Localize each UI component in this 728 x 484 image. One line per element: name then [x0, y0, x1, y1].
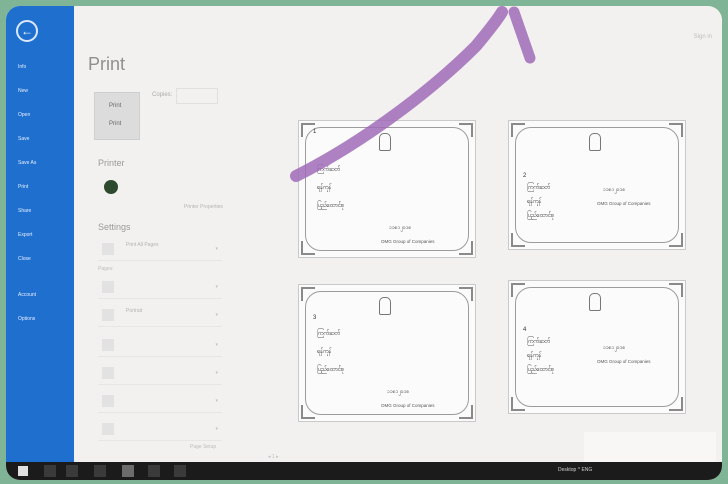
card-number: 4 [523, 327, 527, 333]
file-explorer-icon[interactable] [66, 465, 78, 477]
preview-card: 4 ကြက်ဆတ် ရန်ကုန် ပြည်ထောင်စု ၁၁၈၁၂၀၁၈ O… [508, 280, 686, 414]
app-icon[interactable] [94, 465, 106, 477]
card-organization: OMG Group of Companies [381, 239, 435, 244]
setting-print-range[interactable]: Print All Pages ▾ [98, 240, 222, 261]
card-line-3: ပြည်ထောင်စု [527, 367, 554, 373]
chevron-down-icon: ▾ [215, 370, 218, 376]
pages-field[interactable]: Pages: [98, 266, 114, 272]
page-title: Print [88, 54, 126, 74]
nav-item-print[interactable]: Print [18, 184, 28, 190]
sides-icon [102, 281, 114, 293]
card-date: ၁၁၈၁၂၀၁၈ [389, 225, 412, 231]
system-tray[interactable]: Desktop ^ ENG [558, 467, 592, 473]
card-line-1: ကြက်ဆတ် [527, 185, 551, 191]
windows-start-icon[interactable] [18, 466, 28, 476]
emblem-icon [379, 297, 391, 315]
paper-icon [102, 367, 114, 379]
nav-item-share[interactable]: Share [18, 208, 31, 214]
margins-icon [102, 395, 114, 407]
print-preview: 1 ကြက်ဆတ် ရန်ကုန် ပြည်ထောင်စု ၁၁၈၁၂၀၁၈ O… [246, 86, 720, 466]
copies-stepper[interactable] [176, 88, 218, 104]
card-number: 1 [313, 129, 317, 135]
preview-card: 3 ကြက်ဆတ် ရန်ကုန် ပြည်ထောင်စု ၁၁၈၁၂၀၁၈ O… [298, 284, 476, 422]
chevron-down-icon: ▾ [215, 284, 218, 290]
nav-item-save-as[interactable]: Save As [18, 160, 36, 166]
chevron-down-icon: ▾ [215, 246, 218, 252]
print-button-label: Print [109, 121, 122, 127]
taskbar: Desktop ^ ENG [6, 462, 722, 480]
chevron-down-icon: ▾ [215, 342, 218, 348]
settings-heading: Settings [98, 222, 131, 232]
setting-label: Portrait [126, 308, 143, 314]
app-icon[interactable] [148, 465, 160, 477]
nav-item-open[interactable]: Open [18, 112, 30, 118]
printer-properties-link[interactable]: Printer Properties [184, 204, 223, 210]
setting-orientation[interactable]: Portrait ▾ [98, 306, 222, 327]
card-date: ၁၁၈၁၂၀၁၈ [603, 187, 626, 193]
card-line-1: ကြက်ဆတ် [317, 331, 341, 337]
pages-per-sheet-icon [102, 423, 114, 435]
screen: Sign in ← Info New Open Save Save As Pri… [6, 6, 722, 480]
orientation-icon [102, 309, 114, 321]
emblem-icon [589, 293, 601, 311]
card-line-2: ရန်ကုန် [317, 185, 332, 191]
pages-icon [102, 243, 114, 255]
card-line-1: ကြက်ဆတ် [527, 339, 551, 345]
nav-item-new[interactable]: New [18, 88, 28, 94]
card-line-3: ပြည်ထောင်စု [317, 203, 344, 209]
sign-in-link[interactable]: Sign in [694, 34, 712, 40]
card-line-2: ရန်ကုန် [527, 353, 542, 359]
print-button[interactable]: Print Print [94, 92, 140, 140]
browser-icon[interactable] [44, 465, 56, 477]
nav-item-save[interactable]: Save [18, 136, 29, 142]
card-line-3: ပြည်ထောင်စု [527, 213, 554, 219]
card-number: 2 [523, 173, 527, 179]
card-line-2: ရန်ကုန် [527, 199, 542, 205]
back-arrow-icon[interactable]: ← [16, 20, 38, 42]
card-organization: OMG Group of Companies [381, 403, 435, 408]
setting-paper-size[interactable]: ▾ [98, 364, 222, 385]
setting-sides[interactable]: ▾ [98, 278, 222, 299]
card-line-1: ကြက်ဆတ် [317, 167, 341, 173]
card-date: ၁၁၈၁၂၀၁၈ [387, 389, 410, 395]
preview-card: 2 ကြက်ဆတ် ရန်ကုန် ပြည်ထောင်စု ၁၁၈၁၂၀၁၈ O… [508, 120, 686, 250]
backstage-nav: ← Info New Open Save Save As Print Share… [6, 6, 74, 464]
printer-heading: Printer [98, 158, 125, 168]
card-organization: OMG Group of Companies [597, 201, 651, 206]
emblem-icon [589, 133, 601, 151]
nav-item-export[interactable]: Export [18, 232, 32, 238]
chevron-down-icon: ▾ [215, 426, 218, 432]
setting-pages-per-sheet[interactable]: ▾ [98, 420, 222, 441]
setting-collation[interactable]: ▾ [98, 336, 222, 357]
card-date: ၁၁၈၁၂၀၁၈ [603, 345, 626, 351]
annotation-stroke [508, 6, 536, 64]
chevron-down-icon: ▾ [215, 398, 218, 404]
printer-device-icon [104, 180, 118, 194]
copies-label: Copies: [152, 92, 173, 98]
card-line-3: ပြည်ထောင်စု [317, 367, 344, 373]
collate-icon [102, 339, 114, 351]
preview-card: 1 ကြက်ဆတ် ရန်ကုန် ပြည်ထောင်စု ၁၁၈၁၂၀၁၈ O… [298, 120, 476, 258]
card-organization: OMG Group of Companies [597, 359, 651, 364]
page-navigator[interactable]: ◂ 1 ▸ [268, 454, 279, 460]
nav-item-close[interactable]: Close [18, 256, 31, 262]
emblem-icon [379, 133, 391, 151]
chevron-down-icon: ▾ [215, 312, 218, 318]
nav-item-info[interactable]: Info [18, 64, 26, 70]
nav-item-options[interactable]: Options [18, 316, 35, 322]
card-number: 3 [313, 315, 317, 321]
word-app-icon[interactable] [122, 465, 134, 477]
card-line-2: ရန်ကုန် [317, 349, 332, 355]
setting-label: Print All Pages [126, 242, 159, 248]
app-icon[interactable] [174, 465, 186, 477]
printer-icon: Print [109, 103, 122, 109]
page-setup-link[interactable]: Page Setup [190, 444, 216, 450]
nav-item-account[interactable]: Account [18, 292, 36, 298]
setting-margins[interactable]: ▾ [98, 392, 222, 413]
zoom-controls[interactable] [584, 432, 716, 462]
